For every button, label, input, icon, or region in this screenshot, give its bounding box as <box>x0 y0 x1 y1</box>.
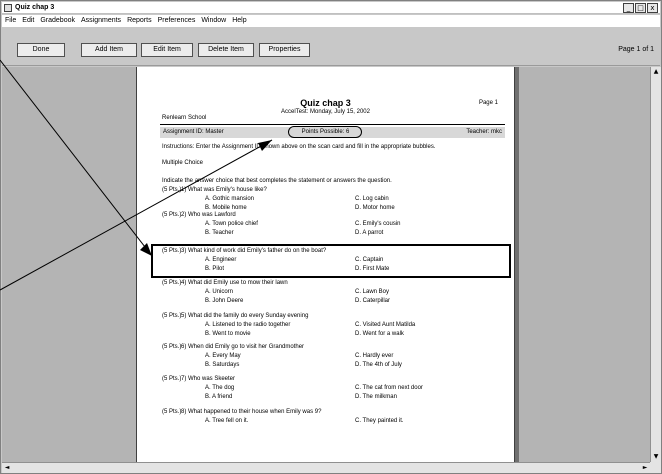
question-points: (5 Pts.) <box>162 187 182 193</box>
question-points: (5 Pts.) <box>162 409 182 415</box>
menu-window[interactable]: Window <box>201 15 226 27</box>
option-b: B. John Deere <box>205 298 244 304</box>
option-d: D. The 4th of July <box>355 362 402 368</box>
selected-question-frame <box>151 244 511 278</box>
header-rule <box>160 124 505 125</box>
option-c: C. The cat from next door <box>355 385 423 391</box>
properties-button[interactable]: Properties <box>259 43 310 57</box>
scroll-left-arrow-icon[interactable]: ◄ <box>2 463 12 473</box>
directions: Indicate the answer choice that best com… <box>162 178 392 184</box>
document-viewport[interactable]: Quiz chap 3 AccelTest: Monday, July 15, … <box>2 67 650 462</box>
option-d: D. Motor home <box>355 205 395 211</box>
option-d: D. Caterpillar <box>355 298 391 304</box>
scroll-right-arrow-icon[interactable]: ► <box>640 463 650 473</box>
school-name: Renlearn School <box>162 115 207 121</box>
menu-help[interactable]: Help <box>232 15 246 27</box>
option-a: A. Town police chief <box>205 221 258 227</box>
app-window: Quiz chap 3 _ □ x File Edit Gradebook As… <box>0 0 662 474</box>
maximize-button[interactable]: □ <box>635 3 646 13</box>
option-d: D. A parrot <box>355 230 384 236</box>
question-stem: 4) What did Emily use to mow their lawn <box>181 280 288 286</box>
option-a: A. Tree fell on it. <box>205 418 249 424</box>
question-stem: 1) What was Emily's house like? <box>181 187 267 193</box>
points-highlight-oval <box>288 126 362 138</box>
scroll-down-arrow-icon[interactable]: ▼ <box>651 452 661 462</box>
option-b: B. Mobile home <box>205 205 247 211</box>
question-stem: 8) What happened to their house when Emi… <box>181 409 322 415</box>
option-c: C. Lawn Boy <box>355 289 390 295</box>
question-stem: 7) Who was Skeeter <box>181 376 236 382</box>
window-title: Quiz chap 3 <box>15 4 55 11</box>
page-title: Quiz chap 3 <box>300 98 351 108</box>
scroll-corner <box>650 462 661 473</box>
option-c: C. Visited Aunt Matilda <box>355 322 416 328</box>
option-a: A. Unicorn <box>205 289 234 295</box>
option-d: D. The milkman <box>355 394 397 400</box>
page-count: Page 1 of 1 <box>618 46 654 53</box>
question-stem: 2) Who was Lawford <box>181 212 236 218</box>
done-button[interactable]: Done <box>17 43 65 57</box>
delete-item-button[interactable]: Delete Item <box>198 43 254 57</box>
option-c: C. They painted it. <box>355 418 404 424</box>
test-page: Quiz chap 3 AccelTest: Monday, July 15, … <box>136 67 515 462</box>
option-b: B. A friend <box>205 394 233 400</box>
page-number: Page 1 <box>478 100 498 106</box>
option-a: A. The dog <box>205 385 235 391</box>
section-heading: Multiple Choice <box>162 160 204 166</box>
horizontal-scrollbar[interactable]: ◄ ► <box>2 462 650 473</box>
option-a: A. Gothic mansion <box>205 196 255 202</box>
menu-gradebook[interactable]: Gradebook <box>40 15 75 27</box>
vertical-scrollbar[interactable]: ▲ ▼ <box>650 67 661 462</box>
minimize-button[interactable]: _ <box>623 3 634 13</box>
add-item-button[interactable]: Add Item <box>81 43 137 57</box>
close-button[interactable]: x <box>647 3 658 13</box>
question-points: (5 Pts.) <box>162 376 182 382</box>
question-points: (5 Pts.) <box>162 280 182 286</box>
question-points: (5 Pts.) <box>162 313 182 319</box>
teacher-name: Teacher: mkc <box>466 129 502 135</box>
option-c: C. Log cabin <box>355 196 389 202</box>
option-c: C. Hardly ever <box>355 353 394 359</box>
app-icon <box>4 4 12 12</box>
option-b: B. Teacher <box>205 230 234 236</box>
window-controls: _ □ x <box>623 3 658 13</box>
toolbar: Done Add Item Edit Item Delete Item Prop… <box>2 28 660 66</box>
question-points: (5 Pts.) <box>162 212 182 218</box>
menu-bar: File Edit Gradebook Assignments Reports … <box>2 15 660 27</box>
menu-preferences[interactable]: Preferences <box>158 15 196 27</box>
option-c: C. Emily's cousin <box>355 221 401 227</box>
option-b: B. Went to movie <box>205 331 251 337</box>
menu-assignments[interactable]: Assignments <box>81 15 121 27</box>
option-a: A. Listened to the radio together <box>205 322 291 328</box>
scroll-up-arrow-icon[interactable]: ▲ <box>651 67 661 77</box>
option-b: B. Saturdays <box>205 362 240 368</box>
question-stem: 5) What did the family do every Sunday e… <box>181 313 309 319</box>
question-stem: 6) When did Emily go to visit her Grandm… <box>181 344 305 350</box>
option-d: D. Went for a walk <box>355 331 404 337</box>
menu-reports[interactable]: Reports <box>127 15 152 27</box>
title-bar[interactable]: Quiz chap 3 _ □ x <box>2 2 660 14</box>
question-points: (5 Pts.) <box>162 344 182 350</box>
menu-edit[interactable]: Edit <box>22 15 34 27</box>
menu-file[interactable]: File <box>5 15 16 27</box>
instructions: Instructions: Enter the Assignment ID sh… <box>162 144 436 150</box>
option-a: A. Every May <box>205 353 241 359</box>
edit-item-button[interactable]: Edit Item <box>141 43 193 57</box>
